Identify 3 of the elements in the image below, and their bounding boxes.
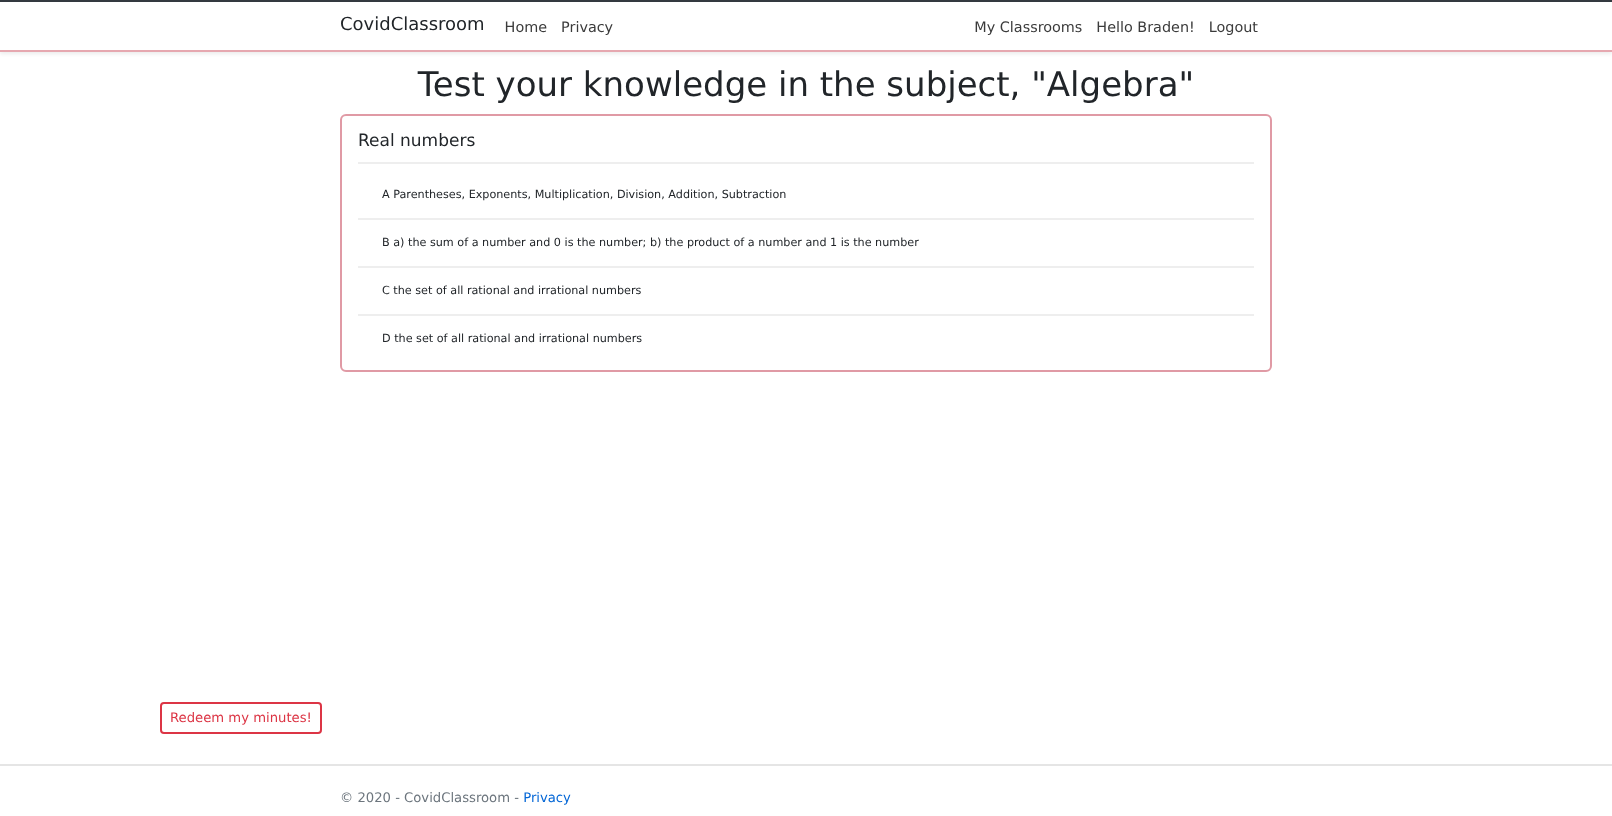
question-title: Real numbers xyxy=(358,132,1254,164)
brand-link[interactable]: CovidClassroom xyxy=(340,16,485,36)
page-heading: Test your knowledge in the subject, "Algebra" xyxy=(417,66,1195,106)
